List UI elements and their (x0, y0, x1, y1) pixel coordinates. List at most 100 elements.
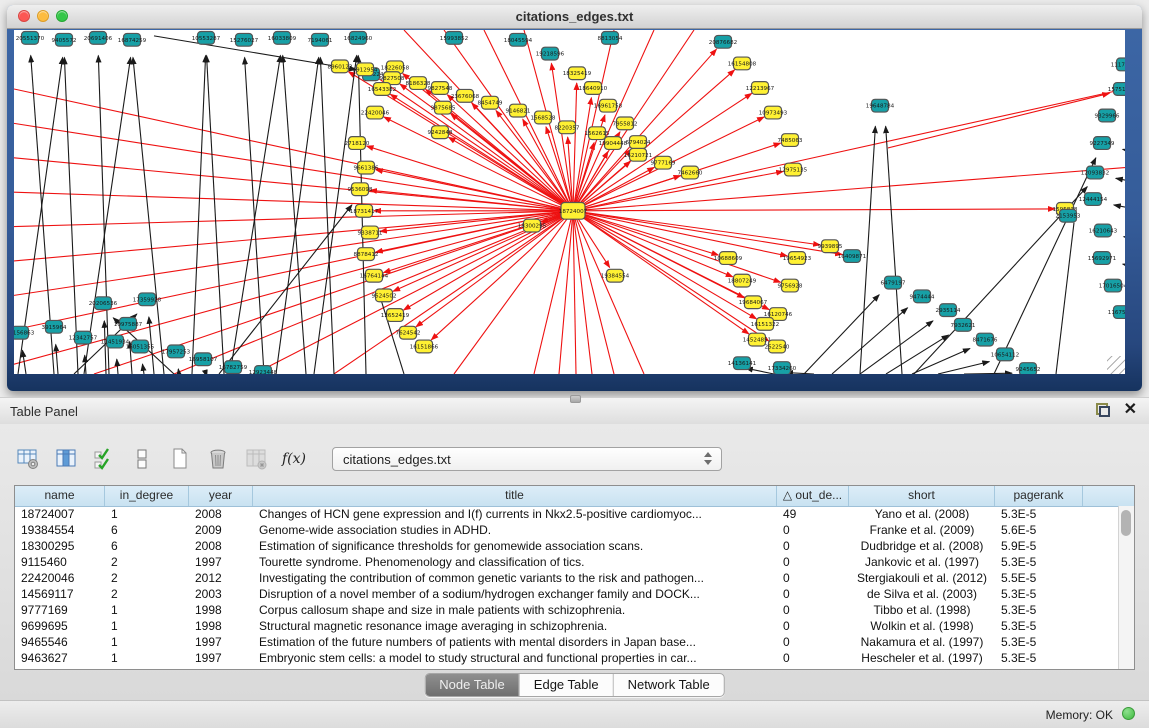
svg-text:9329966: 9329966 (1095, 114, 1120, 120)
table-cell: 1 (105, 618, 189, 634)
svg-text:6794024: 6794024 (626, 140, 651, 146)
node-table: namein_degreeyeartitle△ out_de...shortpa… (14, 485, 1135, 670)
table-cell: 2012 (189, 570, 253, 586)
svg-text:9939895: 9939895 (818, 244, 843, 250)
scrollbar-thumb[interactable] (1121, 510, 1131, 536)
table-cell: Estimation of significance thresholds fo… (253, 538, 777, 554)
column-header-in_degree[interactable]: in_degree (105, 486, 189, 506)
svg-text:19384554: 19384554 (601, 274, 630, 280)
table-cell: 9465546 (15, 634, 105, 650)
svg-text:2153953: 2153953 (1056, 214, 1081, 220)
svg-text:12652419: 12652419 (381, 313, 410, 319)
table-cell: 9463627 (15, 650, 105, 666)
table-row[interactable]: 969969511998Structural magnetic resonanc… (15, 618, 1119, 634)
table-cell: 5.3E-5 (995, 554, 1083, 570)
svg-text:9827508: 9827508 (380, 76, 405, 82)
table-cell: Jankovic et al. (1997) (849, 554, 995, 570)
svg-text:14524851: 14524851 (743, 338, 772, 344)
table-cell: 1 (105, 602, 189, 618)
svg-text:15276027: 15276027 (230, 38, 259, 44)
table-row[interactable]: 977716911998Corpus callosum shape and si… (15, 602, 1119, 618)
svg-text:8912954: 8912954 (353, 67, 378, 73)
svg-text:11156863: 11156863 (14, 331, 35, 337)
svg-text:12093832: 12093832 (1081, 171, 1109, 177)
table-cell: 9699695 (15, 618, 105, 634)
show-columns-button[interactable] (52, 446, 80, 472)
svg-text:16764144: 16764144 (360, 274, 389, 280)
panel-splitter-handle[interactable] (570, 395, 581, 403)
table-cell: 9777169 (15, 602, 105, 618)
table-cell: 5.6E-5 (995, 522, 1083, 538)
column-header-title[interactable]: title (253, 486, 777, 506)
window-titlebar[interactable]: citations_edges.txt (7, 5, 1142, 29)
svg-text:6479197: 6479197 (881, 281, 906, 287)
table-options-button[interactable] (14, 446, 42, 472)
table-cell: 0 (777, 586, 849, 602)
svg-text:8220357: 8220357 (555, 125, 580, 131)
table-cell: 6 (105, 522, 189, 538)
column-header-short[interactable]: short (849, 486, 995, 506)
column-header-pagerank[interactable]: pagerank (995, 486, 1083, 506)
table-cell: Structural magnetic resonance image aver… (253, 618, 777, 634)
clear-selection-button[interactable] (128, 446, 156, 472)
table-row[interactable]: 946554611997Estimation of the future num… (15, 634, 1119, 650)
column-header-out_de[interactable]: △ out_de... (777, 486, 849, 506)
memory-status-indicator[interactable] (1122, 707, 1135, 720)
svg-text:7194061: 7194061 (308, 38, 333, 44)
tab-node-table[interactable]: Node Table (425, 674, 520, 696)
table-cell: 0 (777, 618, 849, 634)
table-cell: Wolkin et al. (1998) (849, 618, 995, 634)
vertical-scrollbar[interactable] (1118, 506, 1134, 669)
column-header-name[interactable]: name (15, 486, 105, 506)
svg-text:19654923: 19654923 (783, 256, 812, 262)
svg-text:11675318: 11675318 (1108, 310, 1125, 316)
table-cell: 0 (777, 634, 849, 650)
table-row[interactable]: 2242004622012Investigating the contribut… (15, 570, 1119, 586)
svg-text:12213967: 12213967 (746, 86, 775, 92)
function-builder-button[interactable]: f(x) (280, 446, 308, 472)
table-row[interactable]: 911546021997Tourette syndrome. Phenomeno… (15, 554, 1119, 570)
tab-network-table[interactable]: Network Table (614, 674, 724, 696)
svg-text:18724007: 18724007 (559, 209, 588, 215)
svg-text:10553287: 10553287 (192, 36, 221, 42)
tab-edge-table[interactable]: Edge Table (520, 674, 614, 696)
table-cell: 1 (105, 650, 189, 666)
select-all-rows-button[interactable] (90, 446, 118, 472)
svg-text:2522540: 2522540 (765, 344, 790, 350)
table-row[interactable]: 946362711997Embryonic stem cells: a mode… (15, 650, 1119, 666)
resize-grip-icon[interactable] (1107, 356, 1125, 374)
svg-text:20206536: 20206536 (89, 301, 118, 307)
svg-text:10688609: 10688609 (714, 256, 743, 262)
table-cell: Nakamura et al. (1997) (849, 634, 995, 650)
svg-text:2935114: 2935114 (936, 308, 961, 314)
table-cell: Estimation of the future numbers of pati… (253, 634, 777, 650)
svg-text:15751074: 15751074 (1108, 87, 1125, 93)
delete-table-button[interactable] (204, 446, 232, 472)
svg-text:15051355: 15051355 (126, 344, 155, 350)
close-panel-icon[interactable]: ✕ (1124, 403, 1137, 417)
table-row[interactable]: 1456911722003Disruption of a novel membe… (15, 586, 1119, 602)
fx-label: f(x) (282, 451, 306, 467)
table-row[interactable]: 1830029562008Estimation of significance … (15, 538, 1119, 554)
delete-column-button[interactable] (242, 446, 270, 472)
table-cell: 5.3E-5 (995, 618, 1083, 634)
table-cell: 0 (777, 650, 849, 666)
svg-text:1562615: 1562615 (585, 131, 610, 137)
svg-text:15993852: 15993852 (440, 36, 468, 42)
svg-text:18300295: 18300295 (518, 224, 547, 230)
table-row[interactable]: 1872400712008Changes of HCN gene express… (15, 506, 1119, 522)
network-canvas[interactable]: 2055137094055722069140616874259105532871… (14, 30, 1125, 374)
new-table-button[interactable] (166, 446, 194, 472)
table-cell: 19384554 (15, 522, 105, 538)
column-header-year[interactable]: year (189, 486, 253, 506)
svg-text:1568528: 1568528 (531, 115, 556, 121)
table-selector-dropdown[interactable]: citations_edges.txt (332, 447, 722, 471)
table-cell: Franke et al. (2009) (849, 522, 995, 538)
svg-text:16874259: 16874259 (118, 38, 147, 44)
svg-text:7932621: 7932621 (951, 323, 976, 329)
table-row[interactable]: 1938455462009Genome-wide association stu… (15, 522, 1119, 538)
float-panel-icon[interactable] (1096, 403, 1110, 417)
svg-text:19904448: 19904448 (599, 141, 628, 147)
status-bar: Memory: OK (0, 700, 1149, 728)
network-window: citations_edges.txt 20551370940557220691… (7, 5, 1142, 391)
